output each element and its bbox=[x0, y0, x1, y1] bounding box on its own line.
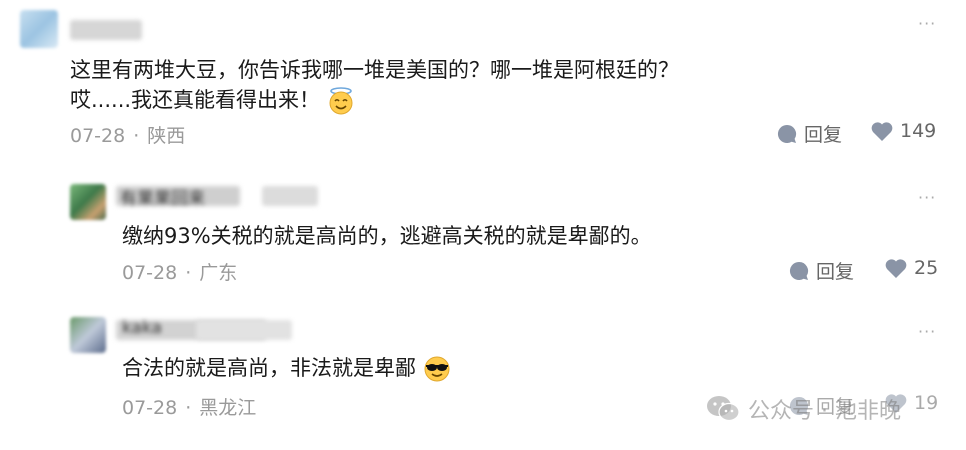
comment-location: 黑龙江 bbox=[199, 397, 257, 419]
username-partial: 有果果回来 bbox=[120, 189, 205, 209]
watermark: 公众号 · 池非晚 bbox=[706, 393, 901, 425]
more-options-icon[interactable]: ··· bbox=[918, 14, 936, 33]
like-count: 149 bbox=[900, 120, 937, 142]
smiling-face-with-halo-icon bbox=[329, 87, 353, 115]
reply-button[interactable]: 回复 bbox=[776, 120, 842, 147]
more-options-icon[interactable]: ··· bbox=[918, 188, 936, 207]
comment-location: 陕西 bbox=[147, 125, 186, 147]
comment-text-line-2: 哎......我还真能看得出来！ bbox=[70, 84, 355, 116]
comment-location: 广东 bbox=[199, 262, 238, 284]
like-button[interactable]: 149 bbox=[870, 120, 936, 142]
user-tag bbox=[196, 320, 292, 340]
comment-text: 合法的就是高尚，非法就是卑鄙 bbox=[122, 356, 416, 380]
username[interactable] bbox=[70, 20, 142, 40]
comment-meta: 07-28 · 黑龙江 bbox=[122, 397, 257, 419]
comment-1: ··· 这里有两堆大豆，你告诉我哪一堆是美国的？哪一堆是阿根廷的？ 哎.....… bbox=[0, 0, 966, 160]
like-count: 25 bbox=[914, 257, 939, 279]
comment-text: 哎......我还真能看得出来！ bbox=[70, 88, 321, 112]
reply-label: 回复 bbox=[804, 124, 843, 146]
avatar[interactable] bbox=[20, 10, 58, 48]
heart-icon bbox=[871, 122, 893, 141]
like-button[interactable]: 25 bbox=[884, 257, 938, 279]
comment-date: 07-28 bbox=[122, 262, 178, 284]
user-tag bbox=[262, 186, 318, 206]
avatar[interactable] bbox=[70, 184, 106, 220]
wechat-icon bbox=[707, 396, 740, 422]
comment-date: 07-28 bbox=[70, 125, 126, 147]
watermark-text: 公众号 · 池非晚 bbox=[748, 399, 901, 424]
username[interactable]: 有果果回来 bbox=[116, 186, 240, 209]
comment-text-line-1: 这里有两堆大豆，你告诉我哪一堆是美国的？哪一堆是阿根廷的？ bbox=[70, 58, 679, 82]
reply-icon bbox=[789, 261, 809, 280]
reply-label: 回复 bbox=[816, 261, 855, 283]
smiling-face-with-sunglasses-icon bbox=[424, 356, 450, 382]
comment-meta: 07-28 · 广东 bbox=[122, 262, 238, 284]
heart-icon bbox=[885, 259, 907, 278]
comment-text: 缴纳93%关税的就是高尚的，逃避高关税的就是卑鄙的。 bbox=[122, 224, 652, 248]
comment-2: 有果果回来 ··· 缴纳93%关税的就是高尚的，逃避高关税的就是卑鄙的。 07-… bbox=[0, 160, 966, 300]
comment-3: kaka ··· 合法的就是高尚，非法就是卑鄙 07-28 · 黑龙江 回复 19 bbox=[0, 300, 966, 450]
avatar[interactable] bbox=[70, 317, 106, 353]
comment-text-line: 合法的就是高尚，非法就是卑鄙 bbox=[122, 352, 451, 384]
reply-icon bbox=[777, 124, 797, 143]
username-partial: kaka bbox=[122, 318, 162, 338]
like-count: 19 bbox=[914, 392, 939, 414]
more-options-icon[interactable]: ··· bbox=[918, 322, 936, 341]
reply-button[interactable]: 回复 bbox=[788, 257, 854, 284]
comment-date: 07-28 bbox=[122, 397, 178, 419]
comment-meta: 07-28 · 陕西 bbox=[70, 125, 186, 147]
